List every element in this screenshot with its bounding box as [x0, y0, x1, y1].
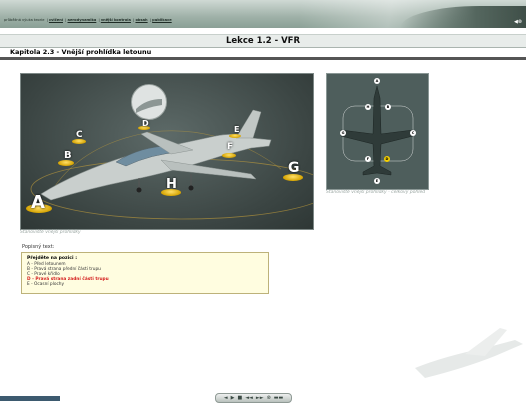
lesson-title: Lekce 1.2 - VFR — [225, 36, 301, 46]
rewind-button[interactable]: ◄◄ — [245, 395, 253, 401]
position-row-e[interactable]: E - Ocasní plochy — [27, 282, 263, 287]
main-image-caption: Stanoviště vnější prohlídky — [20, 230, 81, 235]
description-box: Přejděte na pozici : A - Před letounem B… — [21, 252, 269, 294]
close-button[interactable]: ⊗ — [267, 395, 271, 401]
breadcrumb-item-3[interactable]: vnější kontrola — [101, 18, 131, 22]
bottom-status-strip — [0, 396, 60, 401]
description-label: Popisný text: — [22, 244, 55, 250]
chapter-title: Kapitola 2.3 - Vnější prohlídka letounu — [10, 48, 152, 56]
breadcrumb-item-5[interactable]: publikace — [152, 18, 172, 22]
scheme-point-d[interactable]: D — [384, 156, 390, 162]
inset-illustration — [136, 99, 162, 113]
marker-h[interactable]: H — [166, 177, 177, 192]
forward-button[interactable]: ►► — [256, 395, 264, 401]
background-jet-watermark — [415, 328, 523, 378]
side-image-caption: Stanoviště vnější prohlídky - celkový po… — [326, 190, 426, 195]
breadcrumb-item-0: průběžná výuka teorie — [4, 18, 45, 22]
breadcrumb-item-1[interactable]: cvičení — [49, 18, 63, 22]
play-button[interactable]: ▶ — [231, 395, 235, 401]
chapter-divider — [0, 57, 526, 60]
scheme-point-e[interactable]: E — [374, 178, 380, 184]
breadcrumb: průběžná výuka teorie | cvičení | aerody… — [4, 18, 172, 22]
marker-c[interactable]: C — [76, 130, 83, 140]
back-button[interactable]: ◄ — [224, 395, 228, 401]
marker-g[interactable]: G — [288, 160, 300, 176]
marker-f-disc — [222, 153, 236, 158]
breadcrumb-item-4[interactable]: obsah — [135, 18, 147, 22]
scheme-point-b[interactable]: B — [385, 104, 391, 110]
aircraft-scene[interactable]: A B C D E F G H — [20, 73, 314, 230]
stop-button[interactable]: ■ — [237, 395, 242, 401]
breadcrumb-item-2[interactable]: aerodynamika — [68, 18, 97, 22]
marker-a[interactable]: A — [31, 192, 45, 213]
scheme-point-h[interactable]: H — [365, 104, 371, 110]
marker-e-disc — [229, 134, 241, 138]
navigation-bar: ◄ ▶ ■ ◄◄ ►► ⊗ ▬▬ — [215, 393, 292, 403]
detail-inset — [131, 84, 167, 120]
topdown-scheme[interactable]: A B C D E F G H — [326, 73, 429, 190]
exit-icon[interactable]: ⊗ — [518, 19, 522, 25]
top-banner: průběžná výuka teorie | cvičení | aerody… — [0, 0, 526, 28]
scheme-point-f[interactable]: F — [365, 156, 371, 162]
scheme-point-c[interactable]: C — [410, 130, 416, 136]
lesson-bar: Lekce 1.2 - VFR — [0, 34, 526, 48]
scheme-point-g[interactable]: G — [340, 130, 346, 136]
scheme-point-a[interactable]: A — [374, 78, 380, 84]
marker-b[interactable]: B — [64, 150, 72, 161]
menu-button[interactable]: ▬▬ — [274, 395, 283, 401]
marker-f[interactable]: F — [227, 142, 233, 152]
top-icons: ◀⊗ — [514, 19, 522, 25]
marker-d[interactable]: D — [142, 119, 149, 128]
marker-e[interactable]: E — [234, 125, 239, 134]
